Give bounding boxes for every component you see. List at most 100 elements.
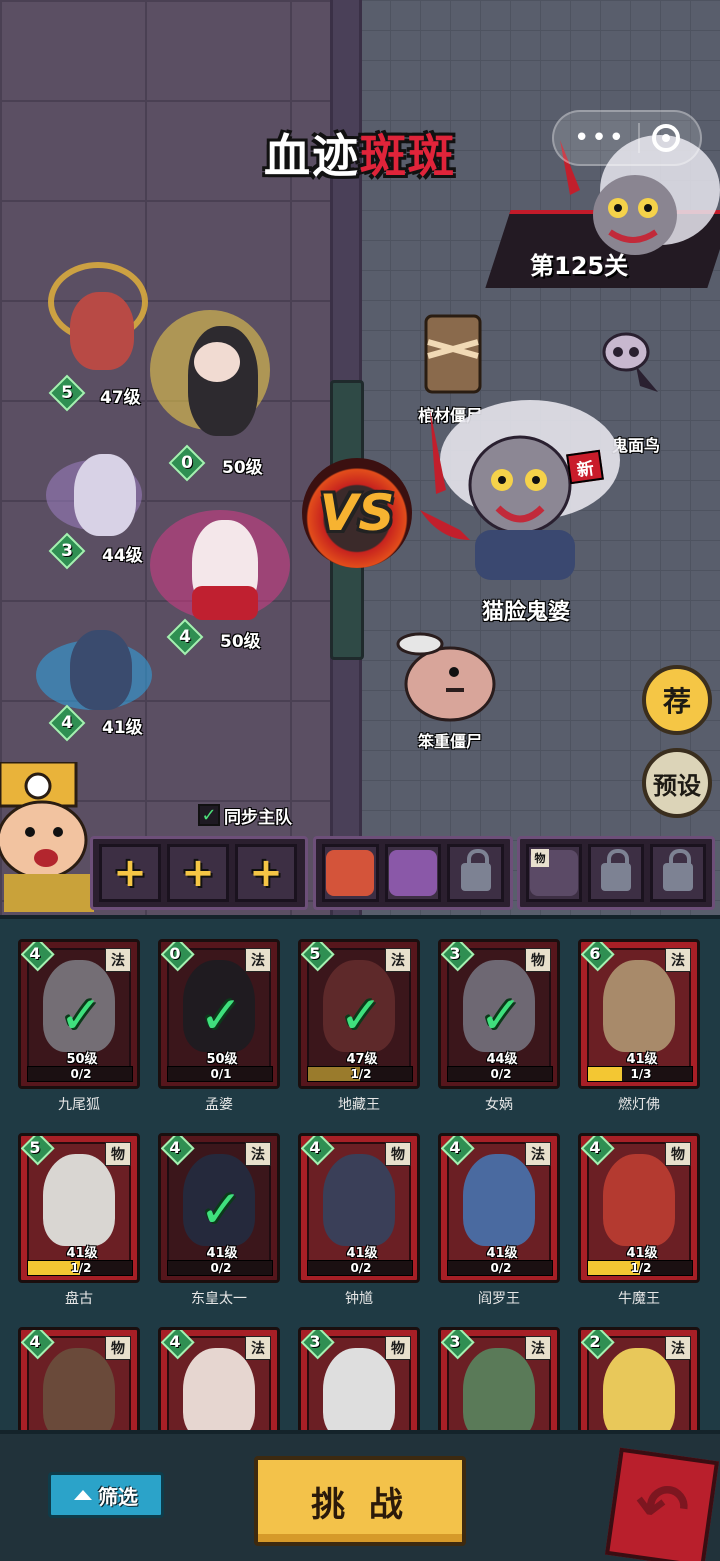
hero-card-frame: 物4 [18, 1327, 140, 1435]
hero-portrait [463, 1154, 535, 1246]
stage-title-white: 血迹 [264, 129, 360, 183]
hero-card[interactable]: 物 44级 0/2 ✓ 3 女娲 [438, 939, 560, 1113]
hero-card-stars: 4 [589, 1138, 601, 1157]
check-icon[interactable]: ✓ [198, 804, 220, 826]
hero-card[interactable]: 法 41级 1/3 6 燃灯佛 [578, 939, 700, 1113]
add-hero-slot[interactable]: + [99, 844, 161, 902]
battlefield: 血迹 斑斑 第125关 ••• 5 47级 0 50级 3 44级 4 50级 … [0, 0, 720, 915]
hero-card[interactable]: 物 41级 1/2 4 牛魔王 [578, 1133, 700, 1307]
selected-check-icon: ✓ [59, 986, 103, 1046]
hero-card[interactable]: 物 41级 1/2 5 盘古 [18, 1133, 140, 1307]
enemy-name: 笨重僵尸 [418, 732, 483, 751]
hero-portrait [43, 1154, 115, 1246]
filter-button[interactable]: 筛选 [48, 1472, 164, 1518]
hero-card[interactable]: 物4 [18, 1327, 140, 1435]
locked-slot[interactable] [447, 844, 505, 902]
hero-card[interactable]: 物3 [298, 1327, 420, 1435]
hero-card-level: 47级 [346, 1052, 378, 1067]
hero-card-stars: 3 [309, 1332, 321, 1351]
hero-type-tag: 物 [385, 1336, 411, 1360]
recommend-button[interactable]: 荐 [642, 665, 712, 735]
hero-card-stars: 4 [309, 1138, 321, 1157]
hero-card-name: 九尾狐 [58, 1097, 100, 1113]
pet-slot-group: 物 [517, 836, 715, 910]
selected-check-icon: ✓ [479, 986, 523, 1046]
sync-main-team-toggle[interactable]: ✓ 同步主队 [198, 802, 292, 828]
hero-card-name: 钟馗 [345, 1291, 373, 1307]
shard-progress-text: 0/1 [210, 1067, 232, 1081]
hero-card[interactable]: 法3 [438, 1327, 560, 1435]
back-button[interactable]: ↶ [604, 1447, 720, 1561]
hero-card-stars: 5 [29, 1138, 41, 1157]
more-icon[interactable]: ••• [574, 123, 626, 153]
hero-card-level: 41级 [626, 1052, 658, 1067]
artifact-slot-cake[interactable] [322, 844, 379, 902]
enemy-cat-face-witch-sprite[interactable] [420, 390, 630, 590]
shard-progress-bar: 0/2 [447, 1260, 553, 1276]
hero-card[interactable]: 法4 [158, 1327, 280, 1435]
hero-card-stars: 4 [169, 1332, 181, 1351]
preset-button[interactable]: 预设 [642, 748, 712, 818]
hero-type-tag: 物 [525, 948, 551, 972]
hero-card-frame: 法 41级 0/2 ✓ 4 [158, 1133, 280, 1283]
hero-level: 44级 [102, 546, 143, 566]
shard-progress-bar: 0/2 [307, 1260, 413, 1276]
shard-progress-bar: 1/2 [587, 1260, 693, 1276]
hero-card-stars: 3 [449, 1332, 461, 1351]
miniprogram-capsule[interactable]: ••• [552, 110, 702, 166]
hero-portrait [603, 960, 675, 1052]
hero-card-level: 41级 [346, 1246, 378, 1261]
hero-card-frame: 物 41级 1/2 4 [578, 1133, 700, 1283]
hero-star-count: 0 [181, 453, 193, 473]
hero-card[interactable]: 法 47级 1/2 ✓ 5 地藏王 [298, 939, 420, 1113]
hero-card-stars: 3 [449, 944, 461, 963]
hero-card-frame: 法 41级 0/2 4 [438, 1133, 560, 1283]
hero-card-name: 女娲 [485, 1097, 513, 1113]
shard-progress-text: 1/2 [350, 1067, 372, 1081]
hero-card-name: 牛魔王 [618, 1291, 660, 1307]
hero-card-name: 燃灯佛 [618, 1097, 660, 1113]
enemy-coffin-zombie-sprite[interactable] [418, 312, 488, 396]
enemy-clumsy-zombie-sprite[interactable] [384, 628, 520, 724]
challenge-button[interactable]: 挑 战 [254, 1456, 466, 1546]
shard-progress-bar: 1/3 [587, 1066, 693, 1082]
hero-card-stars: 2 [589, 1332, 601, 1351]
close-target-icon[interactable] [651, 124, 680, 152]
vs-badge: VS [302, 458, 412, 568]
hero-card[interactable]: 物 41级 0/2 4 钟馗 [298, 1133, 420, 1307]
hero-card-level: 50级 [206, 1052, 238, 1067]
enemy-ghost-bird-sprite[interactable] [596, 326, 666, 396]
arrow-up-icon [74, 1490, 92, 1500]
hero-card-name: 阎罗王 [478, 1291, 520, 1307]
hero-card[interactable]: 法 41级 0/2 4 阎罗王 [438, 1133, 560, 1307]
locked-slot[interactable] [650, 844, 706, 902]
hero-portrait [183, 1348, 255, 1435]
add-hero-slot[interactable]: + [235, 844, 297, 902]
hero-level: 50级 [220, 632, 261, 652]
hero-card-level: 50级 [66, 1052, 98, 1067]
hero-type-tag: 法 [245, 1142, 271, 1166]
hero-card-frame: 法2 [578, 1327, 700, 1435]
pet-slot-monkey[interactable]: 物 [526, 844, 582, 902]
hero-card-name: 地藏王 [338, 1097, 380, 1113]
bottom-bar: 筛选 挑 战 ↶ [0, 1430, 720, 1561]
hero-card-level: 41级 [206, 1246, 238, 1261]
hero-level: 47级 [100, 388, 141, 408]
locked-slot[interactable] [588, 844, 644, 902]
hero-donghuangtaiyi[interactable]: 4 41级 [36, 620, 166, 742]
hero-card-frame: 物3 [298, 1327, 420, 1435]
hero-mengpo[interactable]: 0 50级 [150, 300, 290, 482]
add-hero-slot[interactable]: + [167, 844, 229, 902]
shard-progress-bar: 0/2 [167, 1260, 273, 1276]
enemy-name: 猫脸鬼婆 [482, 600, 571, 625]
hero-card[interactable]: 法 41级 0/2 ✓ 4 东皇太一 [158, 1133, 280, 1307]
hero-card[interactable]: 法2 [578, 1327, 700, 1435]
hero-card[interactable]: 法 50级 0/1 ✓ 0 孟婆 [158, 939, 280, 1113]
artifact-slot-figure[interactable] [384, 844, 442, 902]
hero-star-count: 4 [61, 713, 73, 733]
hero-roster[interactable]: 法 50级 0/2 ✓ 4 九尾狐法 50级 0/1 ✓ 0 孟婆法 47级 1/2 ✓ 5 地藏王物 44级 0… [0, 915, 720, 1435]
filter-label: 筛选 [98, 1484, 138, 1509]
shard-progress-text: 0/2 [490, 1261, 512, 1275]
hero-card[interactable]: 法 50级 0/2 ✓ 4 九尾狐 [18, 939, 140, 1113]
hero-type-tag: 法 [525, 1336, 551, 1360]
